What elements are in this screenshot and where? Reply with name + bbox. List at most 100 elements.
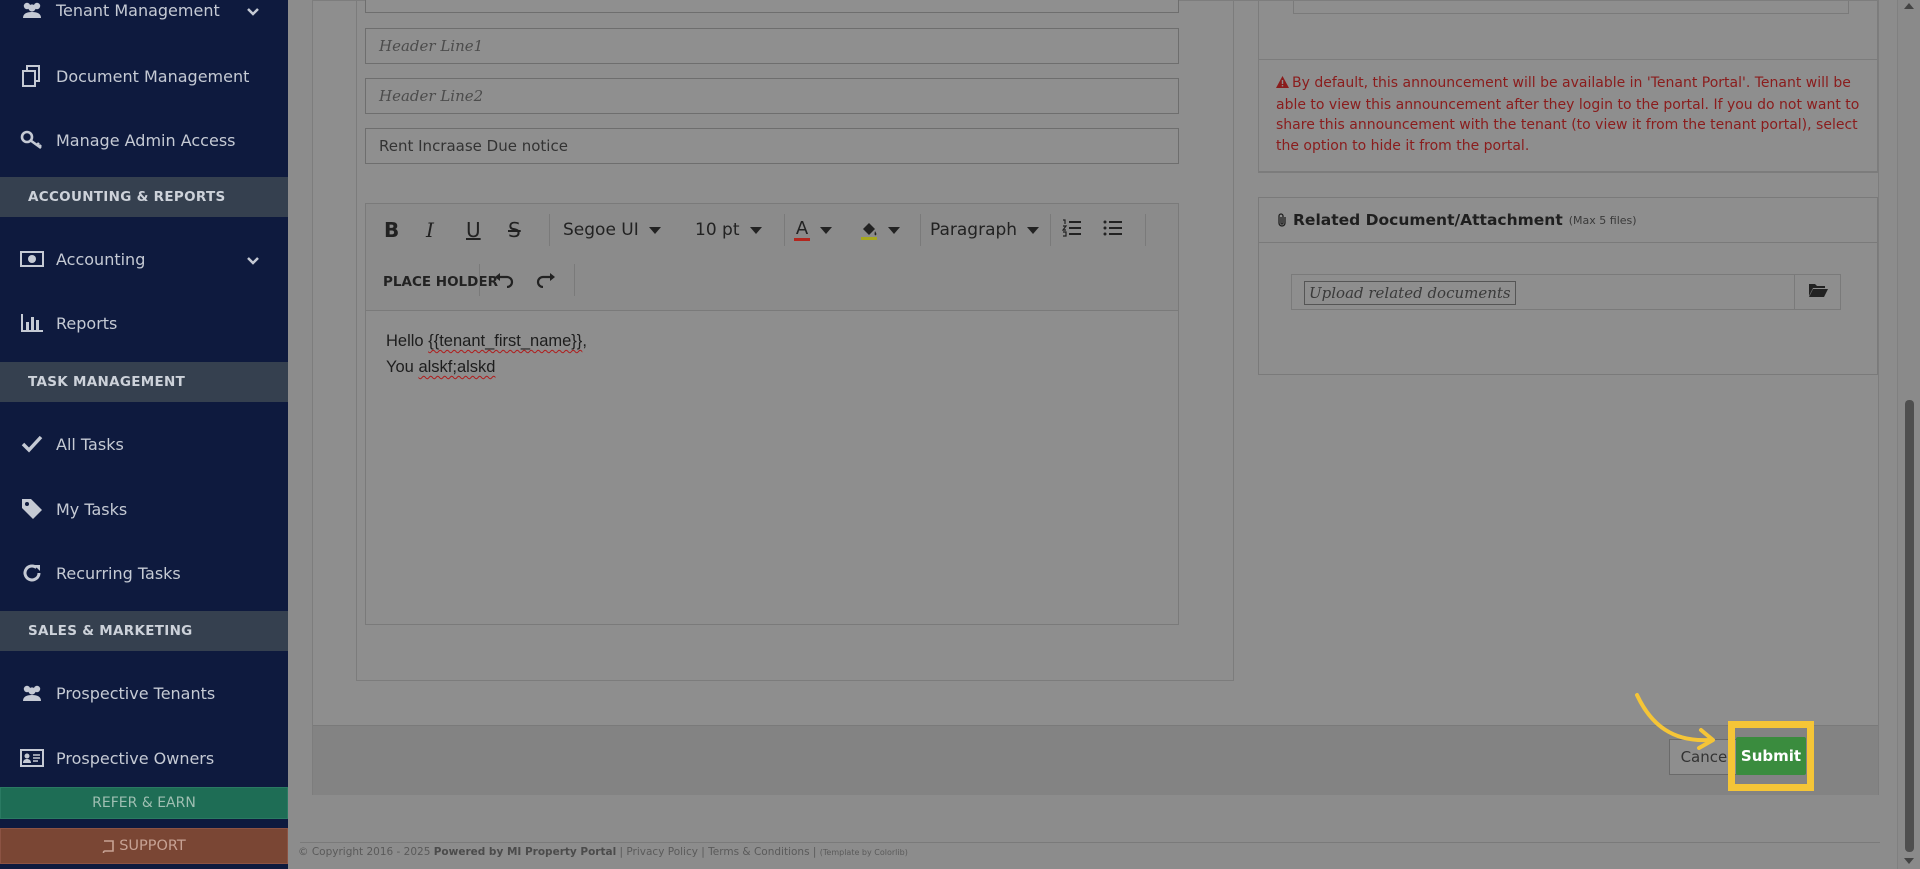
refer-earn-button[interactable]: REFER & EARN	[0, 787, 288, 819]
upload-documents-field[interactable]: Upload related documents	[1291, 274, 1795, 310]
caret-down-icon	[648, 226, 661, 234]
top-right-field-partial[interactable]	[1293, 1, 1849, 14]
chevron-down-icon	[246, 2, 260, 21]
sidebar-item-label: All Tasks	[56, 434, 124, 454]
caret-down-icon	[1027, 226, 1040, 234]
tenant-portal-alert: By default, this announcement will be av…	[1258, 59, 1878, 172]
text-color-button[interactable]: A	[794, 215, 832, 245]
sidebar-item-label: Prospective Tenants	[56, 683, 216, 703]
editor-line: You alskf;alskd	[386, 354, 587, 380]
copyright-text: © Copyright 2016 - 2025	[298, 846, 431, 858]
attachment-title: Related Document/Attachment	[1293, 211, 1563, 229]
placeholder-button[interactable]: PLACE HOLDER	[383, 267, 498, 297]
check-icon	[18, 433, 46, 455]
toolbar-divider	[920, 214, 921, 246]
copyright-footer: © Copyright 2016 - 2025 Powered by MI Pr…	[298, 846, 908, 858]
chevron-down-icon	[246, 251, 260, 270]
attachment-header: Related Document/Attachment (Max 5 files…	[1259, 198, 1877, 243]
highlight-color-button[interactable]	[860, 215, 900, 245]
toolbar-divider	[479, 264, 480, 296]
header-line1-input[interactable]: Header Line1	[365, 28, 1179, 64]
sidebar-item-document-management[interactable]: Document Management	[0, 56, 288, 96]
sidebar-item-label: Document Management	[56, 66, 250, 86]
book-icon	[102, 839, 114, 853]
sidebar-item-prospective-owners[interactable]: Prospective Owners	[0, 738, 288, 778]
paragraph-format-dropdown[interactable]: Paragraph	[930, 215, 1040, 245]
cancel-label: Cancel	[1680, 748, 1732, 766]
strikethrough-button[interactable]: S	[508, 215, 521, 245]
upload-placeholder: Upload related documents	[1304, 281, 1516, 305]
sidebar-item-my-tasks[interactable]: My Tasks	[0, 489, 288, 529]
sidebar-item-recurring-tasks[interactable]: Recurring Tasks	[0, 553, 288, 593]
italic-button[interactable]: I	[426, 215, 434, 245]
announcement-form: Header Line1 Header Line2 Rent Incraase …	[312, 0, 1879, 795]
bold-button[interactable]: B	[384, 215, 399, 245]
powered-by-link[interactable]: Powered by MI Property Portal	[434, 846, 616, 858]
warning-icon	[1276, 74, 1289, 95]
submit-button[interactable]: Submit	[1736, 737, 1806, 775]
section-header-accounting: ACCOUNTING & REPORTS	[0, 177, 288, 217]
sidebar-item-reports[interactable]: Reports	[0, 303, 288, 343]
alert-text: By default, this announcement will be av…	[1276, 75, 1860, 154]
submit-label: Submit	[1740, 747, 1802, 765]
browse-files-button[interactable]	[1794, 274, 1841, 310]
underline-button[interactable]: U	[466, 215, 481, 245]
footer-links[interactable]: | Privacy Policy | Terms & Conditions |	[620, 846, 817, 858]
undo-icon	[494, 272, 514, 293]
undo-button[interactable]	[494, 267, 514, 297]
toolbar-divider	[574, 264, 575, 296]
placeholder-button-label: PLACE HOLDER	[383, 274, 498, 290]
documents-icon	[18, 65, 46, 87]
toolbar-divider	[1050, 214, 1051, 246]
scroll-up-icon[interactable]	[1904, 3, 1914, 9]
sidebar-item-tenant-management[interactable]: Tenant Management	[0, 0, 288, 30]
sidebar-item-all-tasks[interactable]: All Tasks	[0, 424, 288, 464]
font-family-dropdown[interactable]: Segoe UI	[563, 215, 661, 245]
font-size-value: 10 pt	[695, 220, 740, 240]
sidebar: Tenant Management Document Management Ma…	[0, 0, 288, 869]
sidebar-item-label: Tenant Management	[56, 0, 220, 20]
font-family-value: Segoe UI	[563, 220, 639, 240]
pointer-arrow-icon	[1635, 693, 1715, 750]
misspelled-word: alskf;alskd	[418, 358, 496, 376]
refresh-icon	[18, 562, 46, 584]
editor-content[interactable]: Hello {{tenant_first_name}}, You alskf;a…	[386, 328, 587, 380]
header-line2-input[interactable]: Header Line2	[365, 78, 1179, 114]
scroll-down-icon[interactable]	[1904, 858, 1914, 864]
bullet-list-button[interactable]	[1103, 215, 1123, 245]
header-line2-placeholder: Header Line2	[379, 87, 484, 105]
header-line1-placeholder: Header Line1	[379, 37, 484, 55]
paint-bucket-icon	[860, 221, 878, 240]
numbered-list-button[interactable]	[1061, 215, 1082, 245]
editor-line: Hello {{tenant_first_name}},	[386, 328, 587, 354]
paragraph-format-value: Paragraph	[930, 220, 1018, 240]
numbered-list-icon	[1061, 218, 1082, 242]
scroll-thumb[interactable]	[1905, 400, 1914, 852]
attachment-note: (Max 5 files)	[1568, 213, 1637, 227]
section-header-sales: SALES & MARKETING	[0, 611, 288, 651]
top-field-partial[interactable]	[365, 0, 1179, 13]
vertical-scrollbar[interactable]	[1897, 0, 1920, 869]
subject-input[interactable]: Rent Incraase Due notice	[365, 128, 1179, 164]
sidebar-item-label: Manage Admin Access	[56, 130, 236, 150]
caret-down-icon	[820, 226, 832, 234]
editor-text: ,	[582, 332, 587, 350]
sidebar-item-accounting[interactable]: Accounting	[0, 239, 288, 279]
editor-toolbar: B I U S Segoe UI 10 pt A Paragraph PLACE…	[366, 204, 1178, 311]
support-button[interactable]: SUPPORT	[0, 828, 288, 864]
id-card-icon	[18, 747, 46, 769]
bullet-list-icon	[1103, 219, 1123, 242]
subject-value: Rent Incraase Due notice	[379, 137, 568, 155]
placeholder-token: {{tenant_first_name}}	[428, 332, 583, 350]
caret-down-icon	[749, 226, 762, 234]
key-icon	[18, 129, 46, 151]
text-color-icon: A	[794, 217, 810, 241]
caret-down-icon	[888, 226, 900, 234]
sidebar-item-manage-admin-access[interactable]: Manage Admin Access	[0, 120, 288, 160]
redo-button[interactable]	[536, 267, 556, 297]
sidebar-item-label: Accounting	[56, 249, 146, 269]
tag-icon	[18, 498, 46, 520]
bar-chart-icon	[18, 312, 46, 334]
sidebar-item-prospective-tenants[interactable]: Prospective Tenants	[0, 673, 288, 713]
font-size-dropdown[interactable]: 10 pt	[695, 215, 762, 245]
